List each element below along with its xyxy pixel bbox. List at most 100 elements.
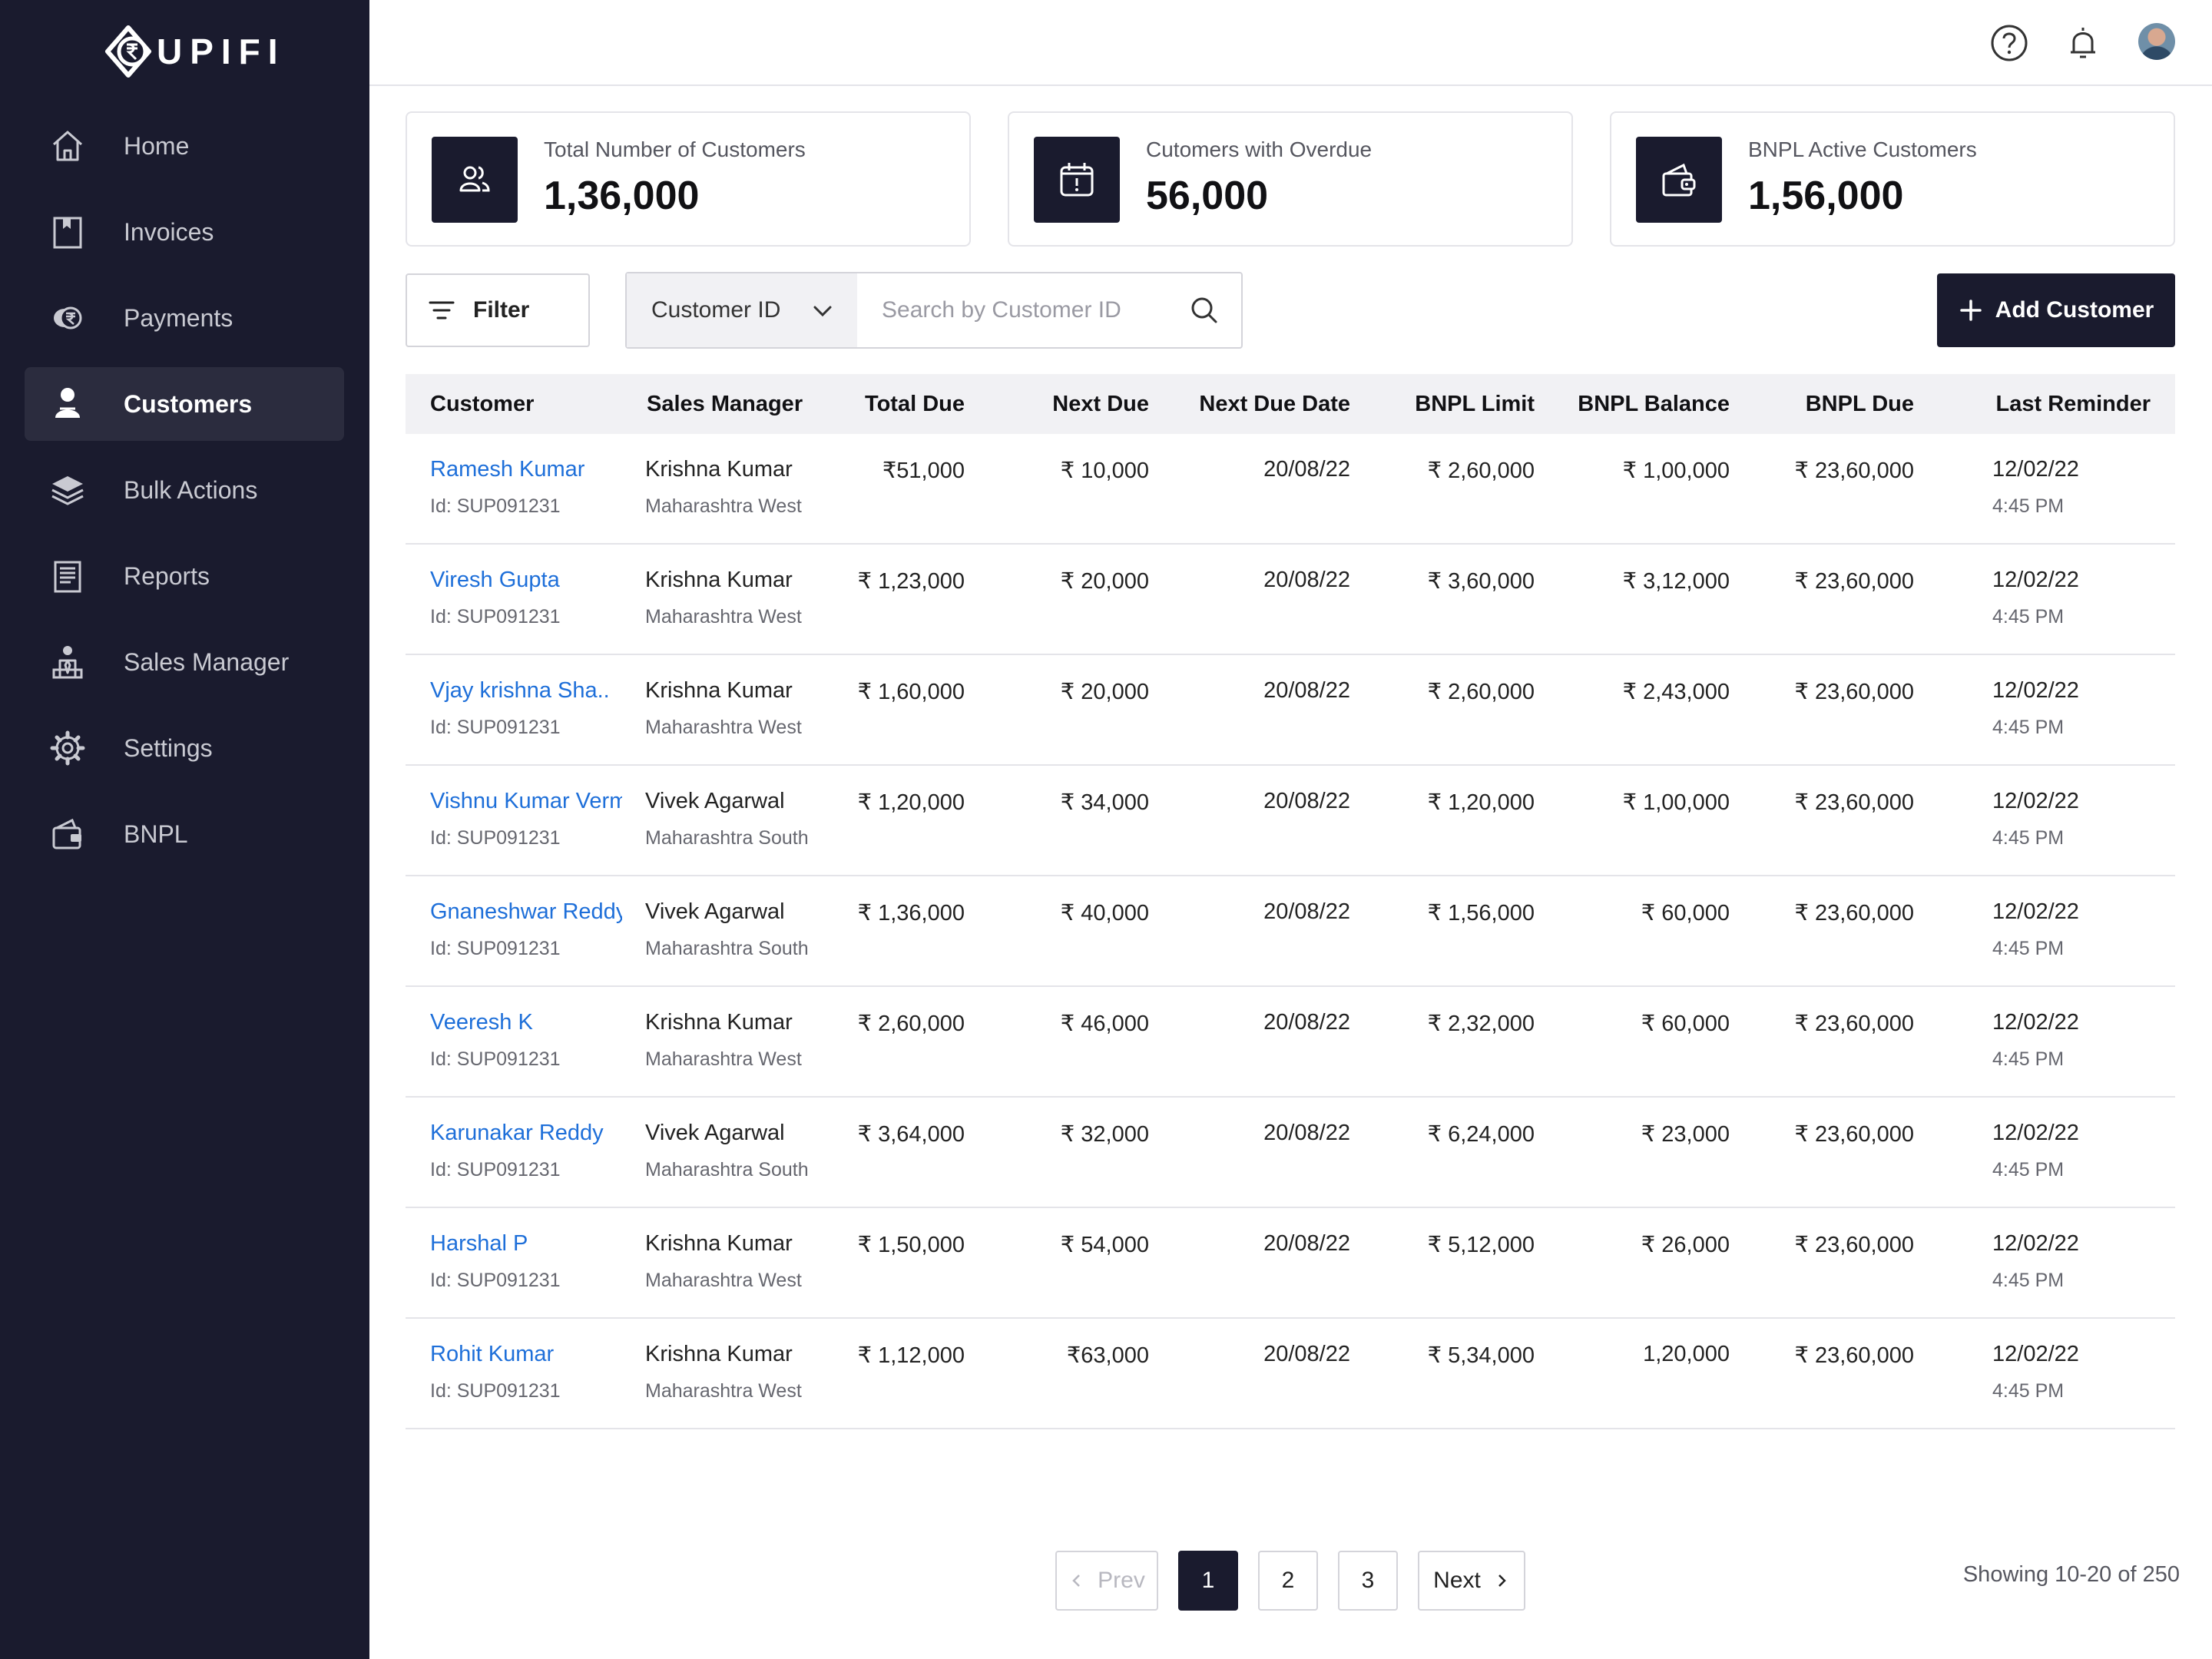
last-reminder-date: 12/02/22 <box>1992 1010 2079 1035</box>
bnpl-balance: ₹ 23,000 <box>1641 1122 1730 1147</box>
bnpl-balance: ₹ 2,43,000 <box>1622 680 1730 704</box>
invoice-icon <box>46 210 89 253</box>
customer-name-link[interactable]: Viresh Gupta <box>430 568 622 593</box>
table-row[interactable]: Harshal P Id: SUP091231 Krishna Kumar Ma… <box>406 1208 2175 1319</box>
table-row[interactable]: Viresh Gupta Id: SUP091231 Krishna Kumar… <box>406 545 2175 655</box>
sidebar-item-bnpl[interactable]: BNPL <box>25 797 344 871</box>
page-button-3[interactable]: 3 <box>1338 1551 1398 1611</box>
pagination-summary: Showing 10-20 of 250 <box>1962 1562 2180 1587</box>
table-row[interactable]: Gnaneshwar Reddy Id: SUP091231 Vivek Aga… <box>406 876 2175 987</box>
column-header-customer[interactable]: Customer <box>430 374 534 434</box>
next-page-button[interactable]: Next <box>1418 1551 1525 1611</box>
search-input[interactable] <box>857 273 1180 347</box>
total-due: ₹ 1,20,000 <box>857 790 965 815</box>
stat-value: 1,36,000 <box>544 174 700 218</box>
customer-name-link[interactable]: Rohit Kumar <box>430 1342 622 1367</box>
table-row[interactable]: Rohit Kumar Id: SUP091231 Krishna Kumar … <box>406 1319 2175 1429</box>
bnpl-due: ₹ 23,60,000 <box>1794 680 1914 704</box>
total-due: ₹ 1,60,000 <box>857 680 965 704</box>
bnpl-limit: ₹ 5,34,000 <box>1427 1343 1535 1368</box>
gear-icon <box>46 727 89 770</box>
last-reminder-date: 12/02/22 <box>1992 899 2079 924</box>
sales-manager-region: Maharashtra South <box>645 1159 809 1181</box>
total-due: ₹51,000 <box>882 459 965 483</box>
last-reminder-date: 12/02/22 <box>1992 678 2079 703</box>
table-row[interactable]: Karunakar Reddy Id: SUP091231 Vivek Agar… <box>406 1098 2175 1208</box>
sidebar-item-reports[interactable]: Reports <box>25 539 344 613</box>
customer-id: Id: SUP091231 <box>430 717 561 738</box>
filter-icon <box>429 301 455 320</box>
sidebar-item-settings[interactable]: Settings <box>25 711 344 785</box>
next-due-date: 20/08/22 <box>1263 568 1350 592</box>
column-header-bnpl-limit[interactable]: BNPL Limit <box>1415 374 1535 434</box>
stat-card-total-customers: Total Number of Customers 1,36,000 <box>406 111 971 247</box>
sidebar-nav: Home Invoices Payments Customers Bulk Ac… <box>25 109 344 883</box>
customer-id: Id: SUP091231 <box>430 827 561 849</box>
sidebar-item-invoices[interactable]: Invoices <box>25 195 344 269</box>
bnpl-balance: ₹ 3,12,000 <box>1622 569 1730 594</box>
sales-manager-region: Maharashtra South <box>645 938 809 959</box>
sidebar-item-sales-manager[interactable]: Sales Manager <box>25 625 344 699</box>
page-button-2[interactable]: 2 <box>1258 1551 1318 1611</box>
customer-name-link[interactable]: Vishnu Kumar Verma <box>430 789 622 814</box>
stat-card-bnpl-active: BNPL Active Customers 1,56,000 <box>1610 111 2175 247</box>
column-header-total-due[interactable]: Total Due <box>865 374 965 434</box>
customer-id: Id: SUP091231 <box>430 606 561 628</box>
last-reminder-date: 12/02/22 <box>1992 1342 2079 1366</box>
filter-button[interactable]: Filter <box>406 273 590 347</box>
next-due: ₹ 34,000 <box>1060 790 1149 815</box>
next-due-date: 20/08/22 <box>1263 1342 1350 1366</box>
layers-icon <box>46 469 89 512</box>
column-header-next-due[interactable]: Next Due <box>1052 374 1149 434</box>
logo[interactable]: UPIFI <box>101 23 286 80</box>
next-due-date: 20/08/22 <box>1263 1231 1350 1256</box>
bnpl-limit: ₹ 5,12,000 <box>1427 1233 1535 1257</box>
table-row[interactable]: Vjay krishna Sha.. Id: SUP091231 Krishna… <box>406 655 2175 766</box>
bnpl-limit: ₹ 1,20,000 <box>1427 790 1535 815</box>
column-header-bnpl-due[interactable]: BNPL Due <box>1806 374 1914 434</box>
search-field-value: Customer ID <box>651 297 781 323</box>
column-header-sales-manager[interactable]: Sales Manager <box>647 374 803 434</box>
sidebar-item-customers[interactable]: Customers <box>25 367 344 441</box>
last-reminder-time: 4:45 PM <box>1992 606 2065 628</box>
customer-id: Id: SUP091231 <box>430 1159 561 1181</box>
customer-name-link[interactable]: Vjay krishna Sha.. <box>430 678 622 704</box>
bnpl-limit: ₹ 6,24,000 <box>1427 1122 1535 1147</box>
column-header-last-reminder[interactable]: Last Reminder <box>1996 374 2151 434</box>
total-due: ₹ 1,23,000 <box>857 569 965 594</box>
table-row[interactable]: Veeresh K Id: SUP091231 Krishna Kumar Ma… <box>406 987 2175 1098</box>
customer-name-link[interactable]: Karunakar Reddy <box>430 1121 622 1146</box>
column-header-bnpl-balance[interactable]: BNPL Balance <box>1578 374 1730 434</box>
column-header-next-due-date[interactable]: Next Due Date <box>1199 374 1350 434</box>
help-icon[interactable] <box>1989 23 2029 63</box>
next-due-date: 20/08/22 <box>1263 899 1350 924</box>
bnpl-balance: ₹ 60,000 <box>1641 1012 1730 1036</box>
table-row[interactable]: Vishnu Kumar Verma Id: SUP091231 Vivek A… <box>406 766 2175 876</box>
customer-name-link[interactable]: Ramesh Kumar <box>430 457 622 482</box>
last-reminder-time: 4:45 PM <box>1992 717 2065 738</box>
customer-name-link[interactable]: Gnaneshwar Reddy <box>430 899 622 925</box>
sales-manager-name: Krishna Kumar <box>645 457 793 482</box>
sidebar-item-payments[interactable]: Payments <box>25 281 344 355</box>
table-row[interactable]: Ramesh Kumar Id: SUP091231 Krishna Kumar… <box>406 434 2175 545</box>
next-due: ₹ 20,000 <box>1060 680 1149 704</box>
customer-name-link[interactable]: Veeresh K <box>430 1010 622 1035</box>
sidebar-item-label: Settings <box>124 733 213 762</box>
customer-name-link[interactable]: Harshal P <box>430 1231 622 1257</box>
next-due-date: 20/08/22 <box>1263 457 1350 482</box>
sidebar: UPIFI Home Invoices Payments Customers B… <box>0 0 369 1659</box>
filter-label: Filter <box>473 297 530 323</box>
bell-icon[interactable] <box>2063 23 2103 63</box>
add-customer-button[interactable]: Add Customer <box>1937 273 2175 347</box>
logo-mark-icon <box>105 25 151 78</box>
bnpl-balance: ₹ 60,000 <box>1641 901 1730 926</box>
sidebar-item-bulk-actions[interactable]: Bulk Actions <box>25 453 344 527</box>
page-button-1[interactable]: 1 <box>1178 1551 1238 1611</box>
avatar[interactable] <box>2138 23 2175 60</box>
search-icon[interactable] <box>1189 295 1220 326</box>
prev-page-button[interactable]: Prev <box>1055 1551 1158 1611</box>
last-reminder-time: 4:45 PM <box>1992 1270 2065 1291</box>
sidebar-item-home[interactable]: Home <box>25 109 344 183</box>
bnpl-balance: ₹ 1,00,000 <box>1622 459 1730 483</box>
search-field-select[interactable]: Customer ID <box>627 273 857 347</box>
